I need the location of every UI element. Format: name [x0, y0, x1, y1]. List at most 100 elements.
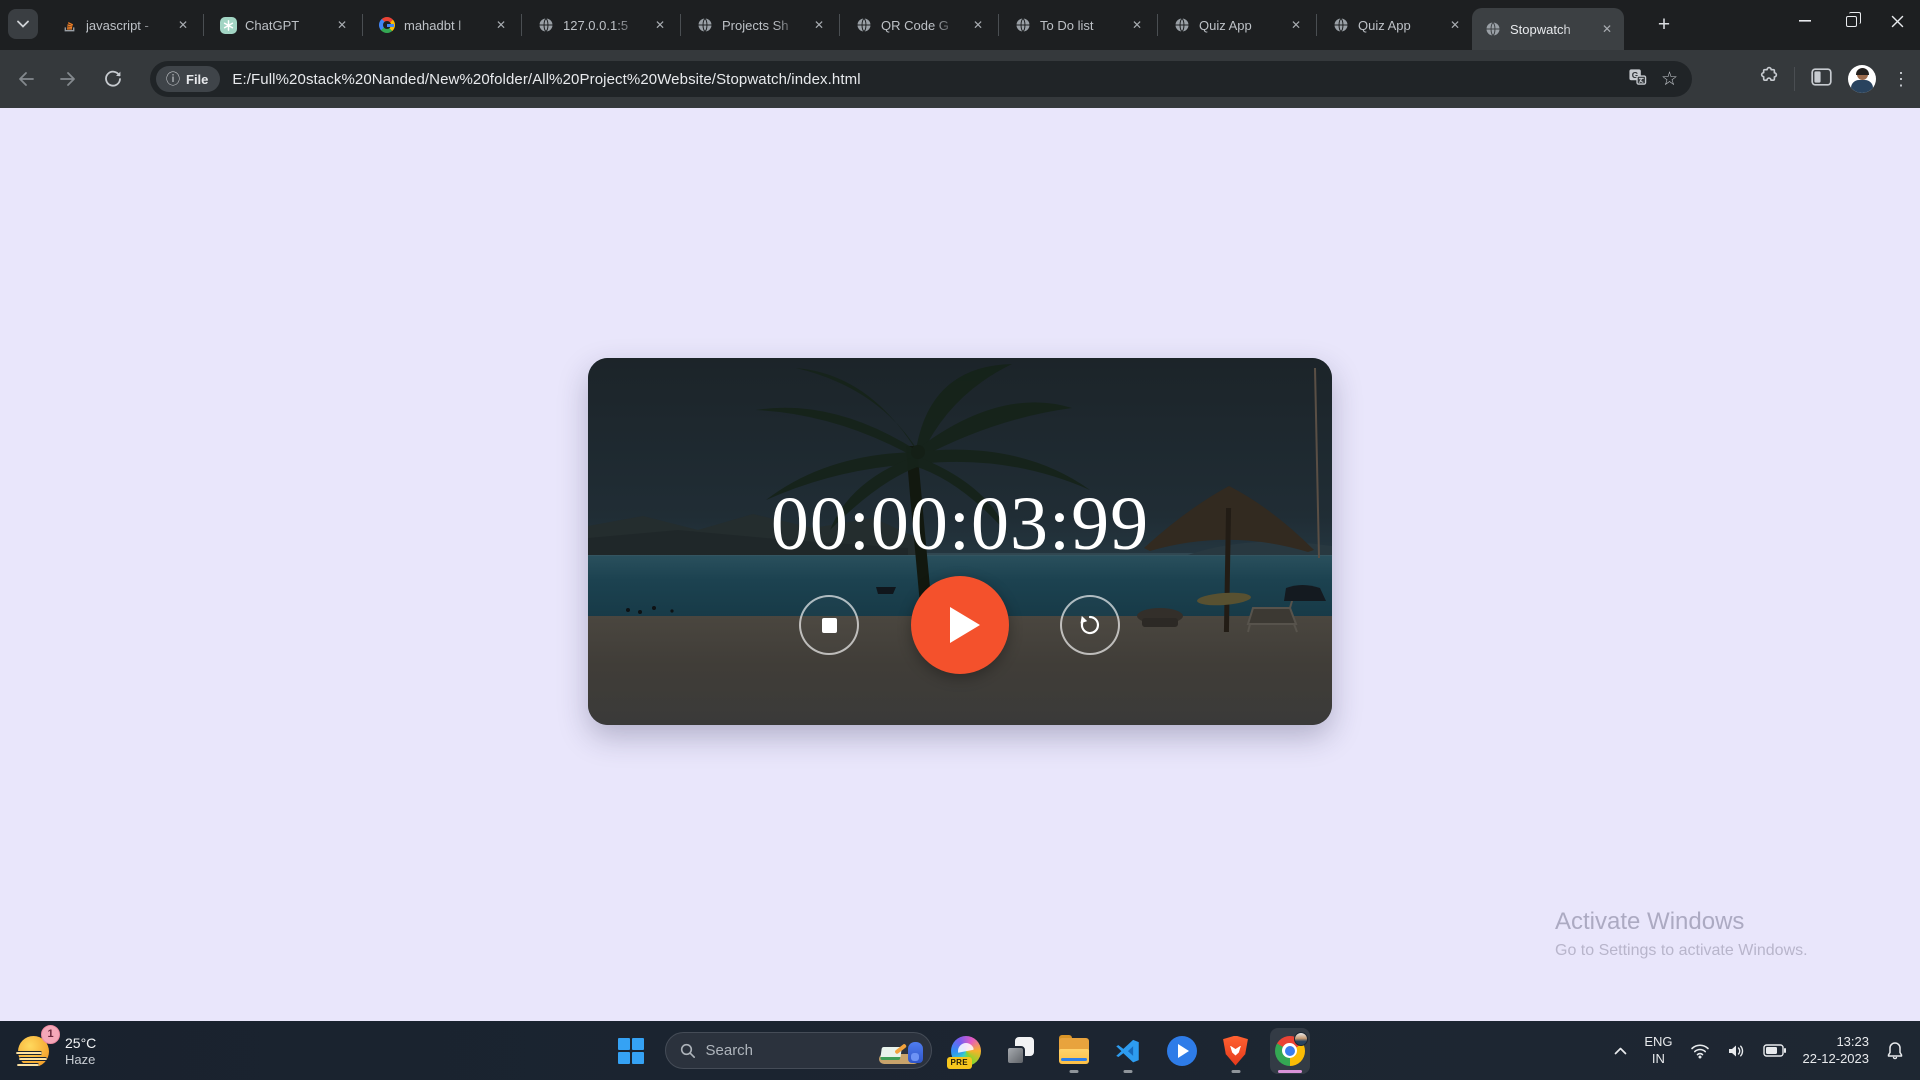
- close-window-button[interactable]: [1874, 0, 1920, 42]
- browser-tab-bar: javascript - ✕ ChatGPT ✕ mahadbt l ✕: [0, 0, 1920, 50]
- taskbar-search-box[interactable]: Search: [665, 1032, 932, 1069]
- reload-button[interactable]: [96, 62, 130, 96]
- info-icon: ⓘ: [166, 69, 180, 89]
- battery-icon[interactable]: [1763, 1044, 1786, 1057]
- tab-title: Stopwatch: [1510, 22, 1590, 37]
- tab-stopwatch-active[interactable]: Stopwatch ✕: [1472, 8, 1624, 50]
- tab-title: ChatGPT: [245, 18, 325, 33]
- running-indicator: [1069, 1070, 1078, 1073]
- tab-title: mahadbt l: [404, 18, 484, 33]
- close-icon[interactable]: ✕: [969, 16, 987, 34]
- forward-button[interactable]: [52, 62, 86, 96]
- back-button[interactable]: [8, 62, 42, 96]
- extensions-icon[interactable]: [1757, 66, 1778, 92]
- copilot-app-button[interactable]: PRE: [946, 1028, 986, 1074]
- browser-menu-icon[interactable]: ⋮: [1892, 70, 1910, 88]
- chatgpt-icon: [219, 16, 237, 34]
- tray-date: 22-12-2023: [1803, 1051, 1870, 1068]
- globe-icon: [1173, 16, 1191, 34]
- tray-overflow-chevron[interactable]: [1614, 1047, 1627, 1055]
- volume-icon[interactable]: [1727, 1043, 1746, 1059]
- address-bar[interactable]: ⓘ File E:/Full%20stack%20Nanded/New%20fo…: [150, 61, 1692, 97]
- system-tray: ENG IN 13:23 22-12-2023: [1614, 1021, 1920, 1080]
- language-indicator[interactable]: ENG IN: [1644, 1034, 1672, 1067]
- close-icon[interactable]: ✕: [651, 16, 669, 34]
- chrome-icon: [1275, 1036, 1305, 1066]
- stopwatch-card: 00:00:03:99: [588, 358, 1332, 725]
- tab-title: 127.0.0.1:5: [563, 18, 643, 33]
- stop-icon: [822, 618, 837, 633]
- tab-chatgpt[interactable]: ChatGPT ✕: [207, 0, 359, 50]
- bookmark-star-icon[interactable]: ☆: [1661, 68, 1678, 91]
- close-icon[interactable]: ✕: [1128, 16, 1146, 34]
- close-icon[interactable]: ✕: [810, 16, 828, 34]
- close-icon[interactable]: ✕: [174, 16, 192, 34]
- profile-avatar[interactable]: [1848, 65, 1876, 93]
- wifi-icon[interactable]: [1690, 1043, 1710, 1059]
- tab-projects[interactable]: Projects Sh ✕: [684, 0, 836, 50]
- tab-javascript[interactable]: javascript - ✕: [48, 0, 200, 50]
- file-explorer-button[interactable]: [1054, 1028, 1094, 1074]
- tab-title: QR Code G: [881, 18, 961, 33]
- tab-title: javascript -: [86, 18, 166, 33]
- task-view-button[interactable]: [1000, 1028, 1040, 1074]
- restore-button[interactable]: [1828, 0, 1874, 42]
- window-controls: [1782, 0, 1920, 42]
- close-icon[interactable]: ✕: [1446, 16, 1464, 34]
- close-icon[interactable]: ✕: [492, 16, 510, 34]
- tab-title: Quiz App: [1358, 18, 1438, 33]
- preview-badge: PRE: [947, 1057, 972, 1069]
- close-icon[interactable]: ✕: [1598, 20, 1616, 38]
- search-placeholder: Search: [706, 1042, 869, 1059]
- close-icon[interactable]: ✕: [333, 16, 351, 34]
- tab-separator: [839, 14, 840, 36]
- running-indicator: [1123, 1070, 1132, 1073]
- tab-separator: [1157, 14, 1158, 36]
- tab-quiz-app-1[interactable]: Quiz App ✕: [1161, 0, 1313, 50]
- new-tab-button[interactable]: +: [1650, 11, 1678, 39]
- tab-qrcode[interactable]: QR Code G ✕: [843, 0, 995, 50]
- tab-separator: [680, 14, 681, 36]
- tab-todolist[interactable]: To Do list ✕: [1002, 0, 1154, 50]
- reset-icon: [1077, 612, 1103, 638]
- site-info-chip[interactable]: ⓘ File: [156, 66, 220, 92]
- language-line2: IN: [1644, 1051, 1672, 1067]
- active-running-indicator: [1278, 1070, 1302, 1073]
- toolbar-separator: [1794, 67, 1795, 91]
- close-icon[interactable]: ✕: [1287, 16, 1305, 34]
- tab-localhost[interactable]: 127.0.0.1:5 ✕: [525, 0, 677, 50]
- globe-icon: [855, 16, 873, 34]
- stop-button[interactable]: [799, 595, 859, 655]
- tab-separator: [521, 14, 522, 36]
- tab-separator: [998, 14, 999, 36]
- tab-separator: [1316, 14, 1317, 36]
- browser-toolbar: ⓘ File E:/Full%20stack%20Nanded/New%20fo…: [0, 50, 1920, 108]
- clock-widget[interactable]: 13:23 22-12-2023: [1803, 1034, 1870, 1068]
- site-chip-label: File: [186, 72, 208, 87]
- notification-bell-icon[interactable]: [1886, 1041, 1904, 1060]
- url-text: E:/Full%20stack%20Nanded/New%20folder/Al…: [232, 71, 1628, 88]
- translate-icon[interactable]: G: [1628, 67, 1647, 91]
- start-button[interactable]: [611, 1028, 651, 1074]
- play-button[interactable]: [911, 576, 1009, 674]
- globe-icon: [1332, 16, 1350, 34]
- tab-quiz-app-2[interactable]: Quiz App ✕: [1320, 0, 1472, 50]
- tab-separator: [203, 14, 204, 36]
- toolbar-actions: ⋮: [1757, 61, 1910, 97]
- tab-mahadbt[interactable]: mahadbt l ✕: [366, 0, 518, 50]
- windows-logo-icon: [618, 1038, 644, 1064]
- brave-button[interactable]: [1216, 1028, 1256, 1074]
- chrome-button-active[interactable]: [1270, 1028, 1310, 1074]
- tray-time: 13:23: [1803, 1034, 1870, 1051]
- minimize-button[interactable]: [1782, 0, 1828, 42]
- activate-windows-line2: Go to Settings to activate Windows.: [1555, 942, 1808, 960]
- media-player-button[interactable]: [1162, 1028, 1202, 1074]
- language-line1: ENG: [1644, 1034, 1672, 1050]
- tab-search-chevron-button[interactable]: [8, 9, 38, 39]
- reset-button[interactable]: [1060, 595, 1120, 655]
- copilot-icon: PRE: [951, 1036, 981, 1066]
- side-panel-icon[interactable]: [1811, 68, 1832, 91]
- stopwatch-controls: [588, 358, 1332, 725]
- vscode-button[interactable]: [1108, 1028, 1148, 1074]
- tab-title: To Do list: [1040, 18, 1120, 33]
